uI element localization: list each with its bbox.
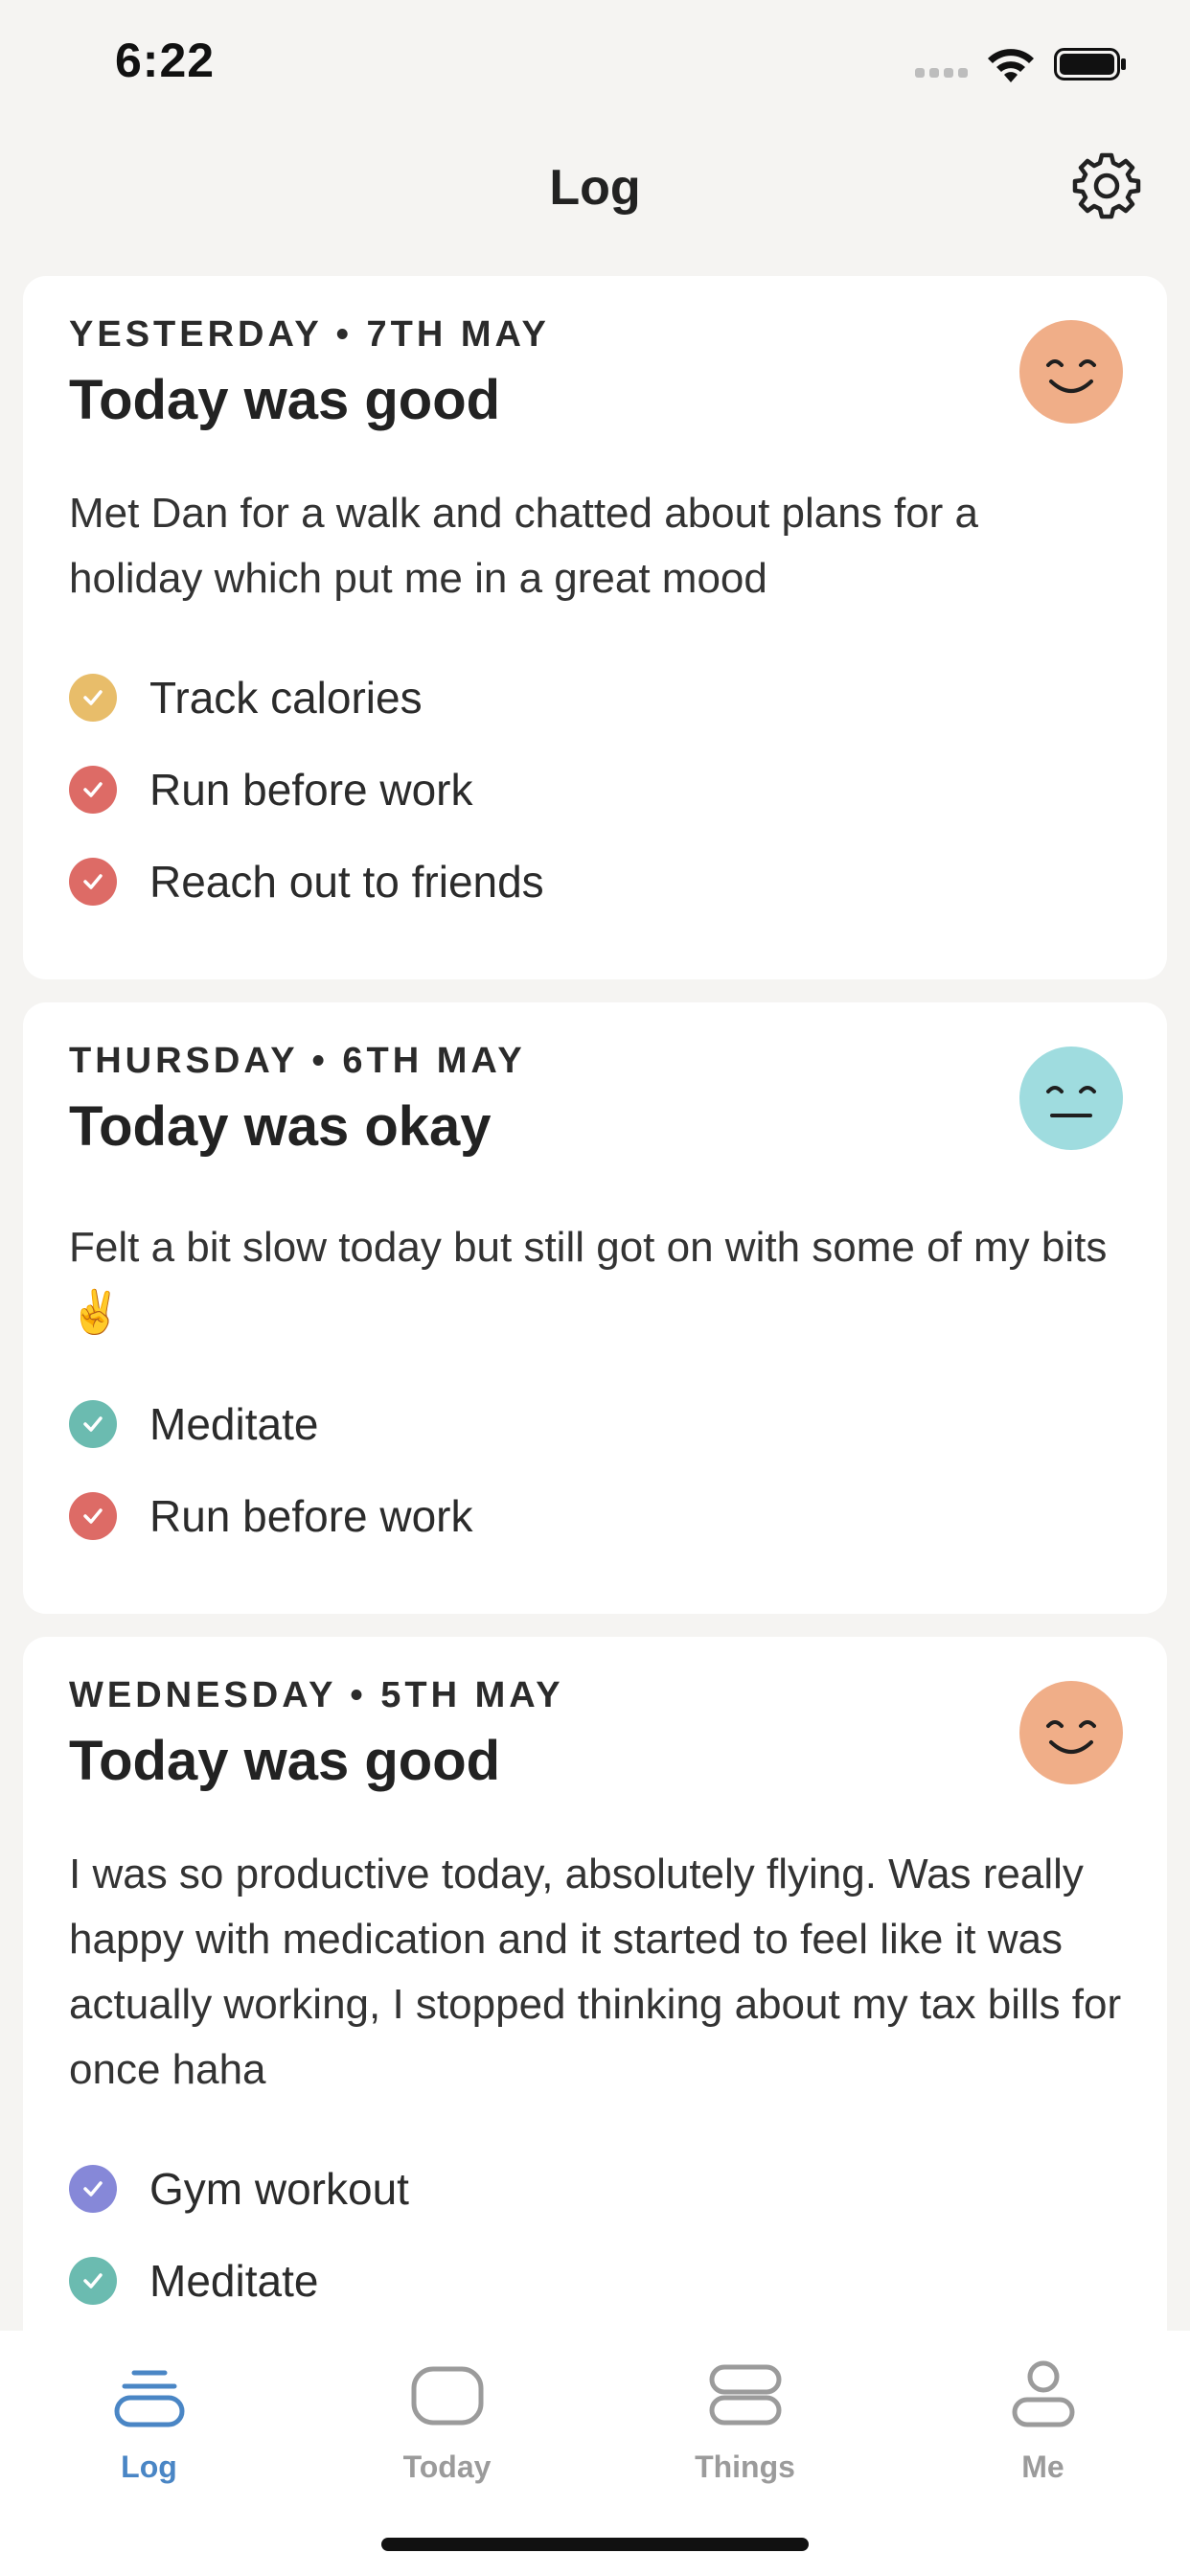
tab-label: Things xyxy=(695,2450,795,2484)
tab-label: Me xyxy=(1021,2450,1064,2484)
neutral-face-icon xyxy=(1019,1046,1123,1150)
check-circle-icon xyxy=(69,2165,117,2213)
things-list-icon xyxy=(709,2364,781,2426)
settings-button[interactable] xyxy=(1071,150,1142,220)
tab-things[interactable]: Things xyxy=(596,2331,894,2513)
wifi-icon xyxy=(988,49,1034,82)
entry-note: Felt a bit slow today but still got on w… xyxy=(69,1224,1108,1336)
habit-item: Run before work xyxy=(69,761,473,818)
today-rounded-square-icon xyxy=(411,2366,483,2426)
habit-label: Run before work xyxy=(149,1491,473,1541)
smiling-face-icon xyxy=(1019,1681,1123,1784)
check-circle-icon xyxy=(69,766,117,814)
check-circle-icon xyxy=(69,858,117,906)
entry-date: YESTERDAY • 7TH MAY xyxy=(69,314,550,355)
check-circle-icon xyxy=(69,1400,117,1448)
tab-label: Log xyxy=(121,2450,177,2484)
cellular-signal-icon xyxy=(915,65,973,79)
log-entry-card[interactable]: YESTERDAY • 7TH MAY Today was good Met D… xyxy=(23,276,1167,979)
habit-item: Run before work xyxy=(69,1487,473,1545)
person-icon xyxy=(1012,2360,1074,2427)
log-stack-icon xyxy=(114,2370,184,2427)
habit-item: Meditate xyxy=(69,2252,318,2310)
tab-me[interactable]: Me xyxy=(894,2331,1190,2513)
entry-mood-title: Today was okay xyxy=(69,1095,492,1158)
log-entry-card[interactable]: THURSDAY • 6TH MAY Today was okay Felt a… xyxy=(23,1002,1167,1614)
entry-date: WEDNESDAY • 5TH MAY xyxy=(69,1675,564,1715)
entry-mood-title: Today was good xyxy=(69,1730,501,1792)
check-circle-icon xyxy=(69,2257,117,2305)
habit-label: Track calories xyxy=(149,673,423,723)
check-circle-icon xyxy=(69,1492,117,1540)
tab-label: Today xyxy=(402,2450,492,2484)
habit-item: Meditate xyxy=(69,1395,318,1453)
gear-icon xyxy=(1072,152,1141,219)
check-circle-icon xyxy=(69,674,117,722)
habit-label: Meditate xyxy=(149,2256,319,2306)
entry-mood-title: Today was good xyxy=(69,369,501,431)
habit-label: Run before work xyxy=(149,765,473,815)
nav-header: Log xyxy=(0,125,1190,268)
status-time: 6:22 xyxy=(115,34,216,87)
habit-label: Gym workout xyxy=(149,2164,409,2214)
habit-item: Reach out to friends xyxy=(69,853,544,910)
habit-item: Gym workout xyxy=(69,2160,409,2218)
battery-icon xyxy=(1054,48,1126,80)
habit-label: Reach out to friends xyxy=(149,857,544,907)
entry-note: Met Dan for a walk and chatted about pla… xyxy=(69,490,979,602)
home-indicator xyxy=(381,2538,809,2551)
page-title: Log xyxy=(549,160,641,216)
tab-today[interactable]: Today xyxy=(298,2331,596,2513)
tab-log[interactable]: Log xyxy=(0,2331,298,2513)
entry-date: THURSDAY • 6TH MAY xyxy=(69,1041,526,1081)
log-entry-card[interactable]: WEDNESDAY • 5TH MAY Today was good I was… xyxy=(23,1637,1167,2365)
smiling-face-icon xyxy=(1019,320,1123,424)
status-bar: 6:22 xyxy=(0,0,1190,125)
habit-label: Meditate xyxy=(149,1399,319,1449)
entry-note: I was so productive today, absolutely fl… xyxy=(69,1851,1122,2093)
habit-item: Track calories xyxy=(69,669,423,726)
